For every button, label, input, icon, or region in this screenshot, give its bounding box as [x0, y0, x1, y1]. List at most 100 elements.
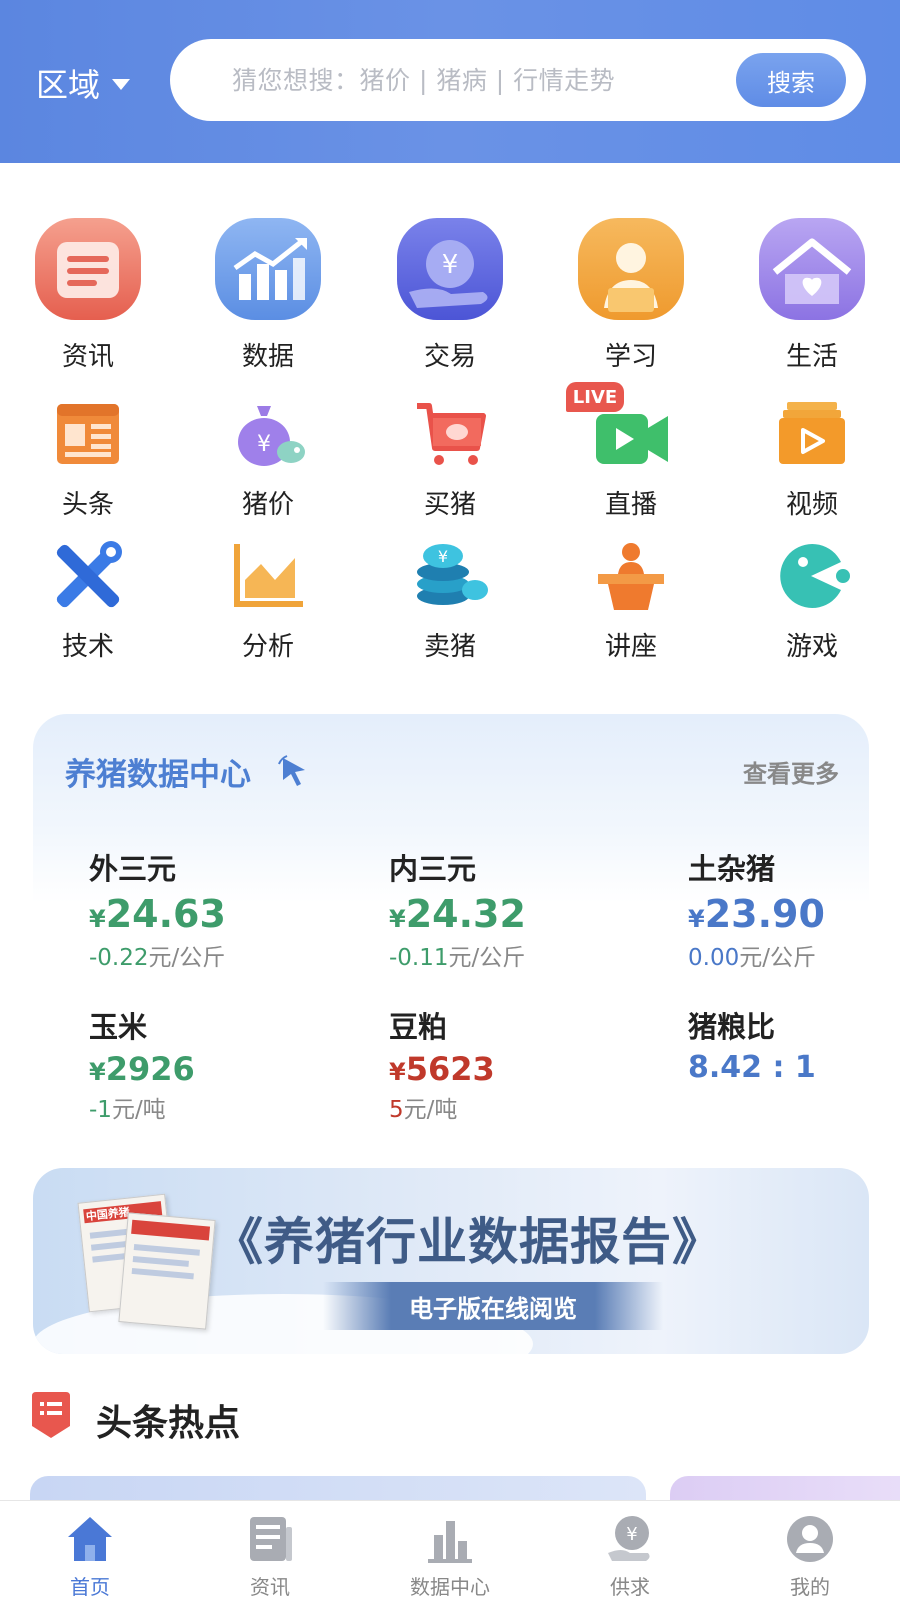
region-selector[interactable]: 区域 [36, 58, 131, 108]
shortcut-lecture[interactable]: 讲座 [551, 540, 711, 663]
metric-name: 玉米 [89, 1010, 148, 1044]
metric-corn[interactable]: 玉米 ¥2926 -1元/吨 [89, 1004, 195, 1124]
shortcut-technology[interactable]: 技术 [8, 540, 168, 663]
magazine-image [118, 1212, 216, 1330]
coins-pig-icon: ¥ [411, 540, 489, 612]
metric-value: ¥24.32 [389, 892, 526, 936]
yuan-hand-icon: ¥ [604, 1513, 656, 1565]
shortcut-study[interactable]: 学习 [551, 218, 711, 373]
tab-label: 我的 [790, 1575, 830, 1599]
search-button[interactable]: 搜索 [736, 53, 846, 107]
svg-text:¥: ¥ [626, 1524, 637, 1545]
tab-label: 供求 [610, 1575, 650, 1599]
home-icon [64, 1513, 116, 1565]
metric-name: 猪粮比 [688, 1010, 776, 1044]
metric-change: 5元/吨 [389, 1097, 458, 1123]
hot-news-icon [32, 1392, 70, 1438]
shortcut-label: 生活 [785, 342, 838, 372]
shortcut-buy-pig[interactable]: 买猪 [370, 398, 530, 521]
news-icon [35, 218, 141, 320]
shortcut-pig-price[interactable]: ¥ 猪价 [188, 398, 348, 521]
area-chart-icon [229, 540, 307, 612]
news-icon [244, 1513, 296, 1565]
metric-change: -0.11元/公斤 [389, 945, 526, 971]
tab-supply-demand[interactable]: ¥ 供求 [540, 1501, 720, 1600]
shortcut-label: 资讯 [61, 342, 114, 372]
shortcut-data[interactable]: 数据 [188, 218, 348, 373]
metric-change: 0.00元/公斤 [688, 945, 816, 971]
live-camera-icon: LIVE [566, 382, 670, 470]
chart-icon [215, 218, 321, 320]
pig-data-center-card: 养猪数据中心 查看更多 外三元 ¥24.63 -0.22元/公斤 内三元 ¥24… [33, 714, 869, 1134]
reader-icon [578, 218, 684, 320]
metric-name: 外三元 [89, 852, 177, 886]
search-bar[interactable]: 猜您想搜：猪价 | 猪病 | 行情走势 搜索 [170, 39, 866, 121]
tools-icon [49, 540, 127, 612]
tab-label: 资讯 [250, 1575, 290, 1599]
video-folder-icon [773, 398, 851, 470]
shortcut-label: 分析 [241, 632, 294, 662]
shortcut-label: 游戏 [785, 632, 838, 662]
metric-value: 8.42 : 1 [688, 1050, 816, 1085]
shortcut-label: 技术 [61, 632, 114, 662]
svg-text:¥: ¥ [257, 432, 271, 457]
metric-name: 内三元 [389, 852, 477, 886]
metric-value: ¥5623 [389, 1050, 495, 1088]
metric-waisanyuan[interactable]: 外三元 ¥24.63 -0.22元/公斤 [89, 846, 226, 972]
yuan-hand-icon: ¥ [397, 218, 503, 320]
shortcut-label: 讲座 [604, 632, 657, 662]
metric-tuzazhu[interactable]: 土杂猪 ¥23.90 0.00元/公斤 [688, 846, 825, 972]
tab-label: 数据中心 [410, 1575, 490, 1599]
shortcut-headline[interactable]: 头条 [8, 398, 168, 521]
lecture-icon [592, 540, 670, 612]
shortcut-label: 头条 [61, 490, 114, 520]
shortcut-label: 买猪 [423, 490, 476, 520]
tab-home[interactable]: 首页 [0, 1501, 180, 1600]
metric-value: ¥23.90 [688, 892, 825, 936]
money-bag-pig-icon: ¥ [229, 398, 307, 470]
banner-title: 《养猪行业数据报告》 [213, 1212, 723, 1271]
caret-down-icon [112, 78, 131, 90]
view-more-link[interactable]: 查看更多 [743, 754, 839, 789]
card-title: 养猪数据中心 [65, 757, 251, 793]
metric-name: 土杂猪 [688, 852, 776, 886]
top-header: 区域 猜您想搜：猪价 | 猪病 | 行情走势 搜索 [0, 0, 900, 163]
tab-profile[interactable]: 我的 [720, 1501, 900, 1600]
shortcut-live[interactable]: LIVE 直播 [551, 382, 711, 521]
shortcut-analysis[interactable]: 分析 [188, 540, 348, 663]
bar-chart-icon [424, 1513, 476, 1565]
metric-pig-grain-ratio[interactable]: 猪粮比 8.42 : 1 [688, 1004, 816, 1085]
search-placeholder: 猜您想搜：猪价 | 猪病 | 行情走势 [232, 66, 616, 95]
shortcut-label: 视频 [785, 490, 838, 520]
metric-value: ¥24.63 [89, 892, 226, 936]
shortcut-video[interactable]: 视频 [732, 398, 892, 521]
cart-pig-icon [411, 398, 489, 470]
metric-neisanyuan[interactable]: 内三元 ¥24.32 -0.11元/公斤 [389, 846, 526, 972]
shortcut-label: 卖猪 [423, 632, 476, 662]
tab-news[interactable]: 资讯 [180, 1501, 360, 1600]
shortcut-news[interactable]: 资讯 [8, 218, 168, 373]
live-badge: LIVE [566, 382, 624, 412]
metric-value: ¥2926 [89, 1050, 195, 1088]
shortcut-sell-pig[interactable]: ¥ 卖猪 [370, 540, 530, 663]
bottom-tab-bar: 首页 资讯 数据中心 ¥ 供求 我的 [0, 1500, 900, 1600]
svg-text:¥: ¥ [442, 250, 459, 280]
tab-label: 首页 [70, 1575, 110, 1599]
banner-subtitle: 电子版在线阅览 [323, 1282, 663, 1330]
user-icon [784, 1513, 836, 1565]
game-icon [773, 540, 851, 612]
metric-change: -1元/吨 [89, 1097, 166, 1123]
shortcut-trade[interactable]: ¥ 交易 [370, 218, 530, 373]
metric-soybean-meal[interactable]: 豆粕 ¥5623 5元/吨 [389, 1004, 495, 1124]
metric-change: -0.22元/公斤 [89, 945, 226, 971]
region-label: 区域 [36, 66, 101, 104]
shortcut-label: 学习 [604, 342, 657, 372]
shortcut-label: 交易 [423, 342, 476, 372]
shortcut-life[interactable]: 生活 [732, 218, 892, 373]
report-banner[interactable]: 中国养猪 《养猪行业数据报告》 电子版在线阅览 [33, 1168, 869, 1354]
shortcut-game[interactable]: 游戏 [732, 540, 892, 663]
section-title-headlines: 头条热点 [96, 1403, 241, 1444]
pointer-icon [278, 755, 305, 786]
tab-data-center[interactable]: 数据中心 [360, 1501, 540, 1600]
house-heart-icon [759, 218, 865, 320]
